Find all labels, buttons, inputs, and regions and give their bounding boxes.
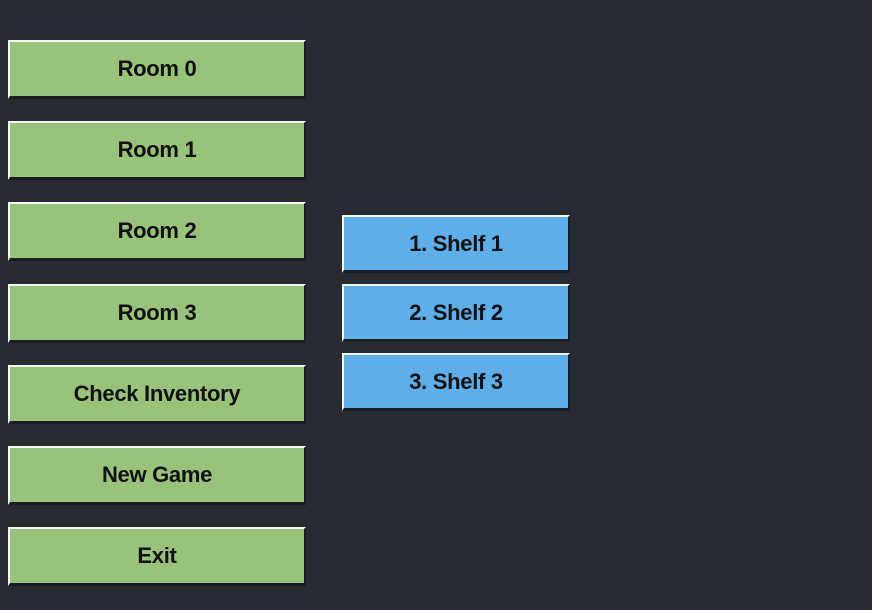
room-0-button[interactable]: Room 0 — [8, 40, 306, 99]
room-3-button[interactable]: Room 3 — [8, 284, 306, 343]
room-2-button[interactable]: Room 2 — [8, 202, 306, 261]
new-game-button[interactable]: New Game — [8, 446, 306, 505]
shelf-1-button[interactable]: 1. Shelf 1 — [342, 215, 570, 273]
shelf-2-button[interactable]: 2. Shelf 2 — [342, 284, 570, 342]
shelf-3-button[interactable]: 3. Shelf 3 — [342, 353, 570, 411]
window-edge — [872, 0, 882, 610]
exit-button[interactable]: Exit — [8, 527, 306, 586]
room-1-button[interactable]: Room 1 — [8, 121, 306, 180]
check-inventory-button[interactable]: Check Inventory — [8, 365, 306, 424]
